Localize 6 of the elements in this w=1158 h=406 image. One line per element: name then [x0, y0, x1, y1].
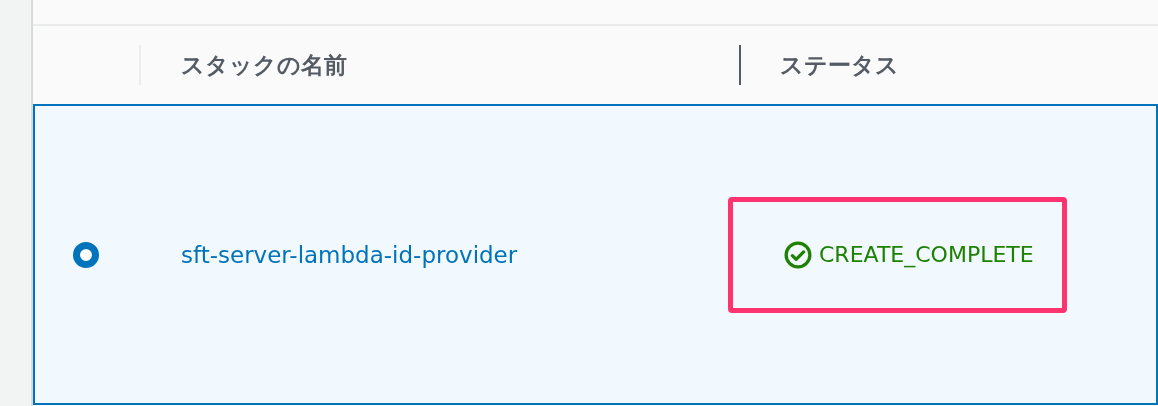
- status-text: CREATE_COMPLETE: [819, 242, 1034, 267]
- stack-name-link[interactable]: sft-server-lambda-id-provider: [181, 241, 518, 268]
- column-header[interactable]: スタックの名前: [181, 49, 347, 81]
- table-row[interactable]: sft-server-lambda-id-provider CREATE_COMPLETE: [33, 104, 1158, 405]
- radio-button[interactable]: [73, 241, 99, 268]
- column-header[interactable]: ステータス: [780, 49, 899, 81]
